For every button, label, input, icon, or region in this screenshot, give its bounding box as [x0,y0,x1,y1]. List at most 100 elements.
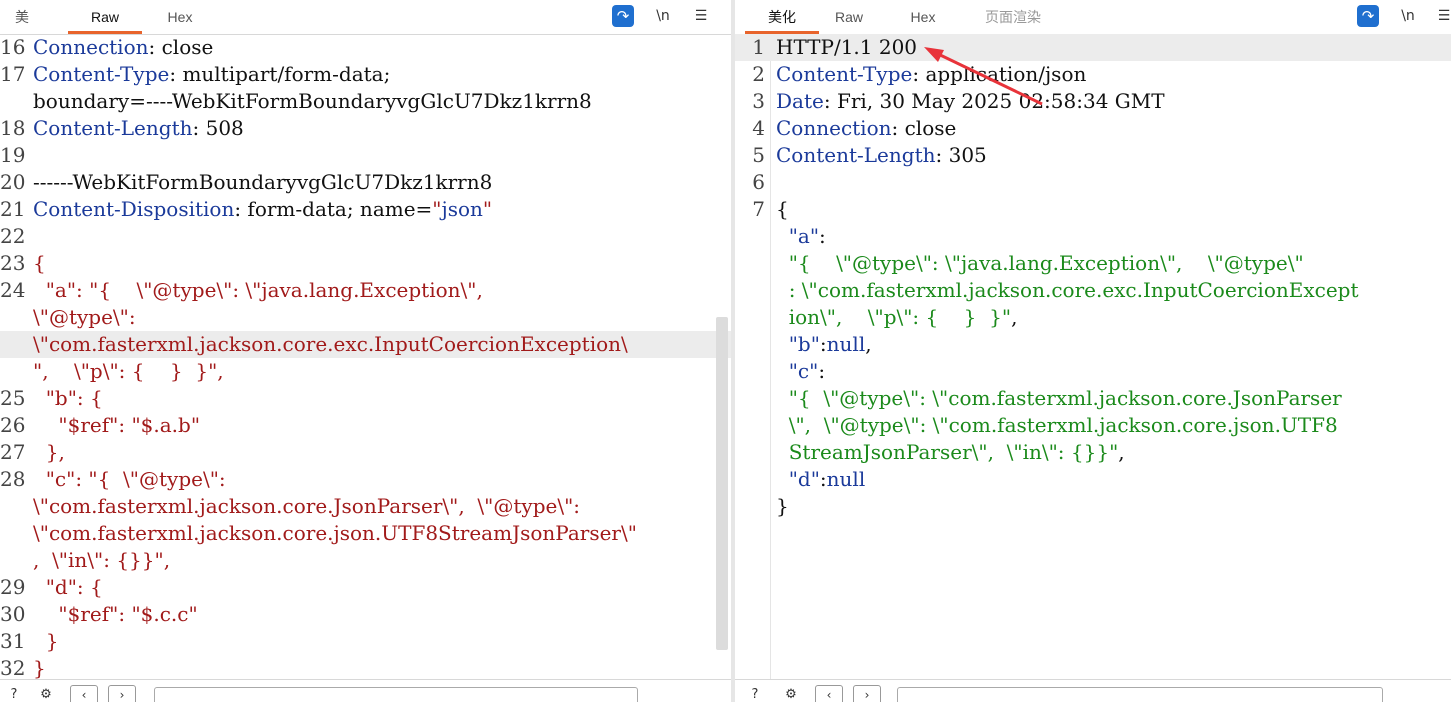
line-number: 25 [0,386,26,410]
code-line: 2 Content-Type: application/json [735,61,1451,88]
code-token: "d" [776,467,820,491]
request-editor[interactable]: 16 Connection: close 17 Content-Type: multi… [0,34,731,680]
next-arrow-icon[interactable]: › [853,685,881,702]
code-line: 30 "$ref": "$.c.c" [0,601,731,628]
response-editor[interactable]: 1 HTTP/1.1 200 2 Content-Type: application/… [735,34,1451,680]
code-line: \"com.fasterxml.jackson.core.JsonParser\… [0,493,731,520]
code-line: 27 }, [0,439,731,466]
hamburger-menu-icon[interactable]: ☰ [690,5,712,27]
line-number: 1 [752,35,765,59]
tab-render[interactable]: 页面渲染 [971,0,1055,33]
code-line: } [735,493,1451,520]
line-number: 32 [0,656,26,680]
line-number: 19 [0,143,26,167]
code-token: : close [148,35,214,59]
code-line: 18 Content-Length: 508 [0,115,731,142]
line-number: 23 [0,251,26,275]
code-token: "$ref": "$.c.c" [33,602,198,626]
code-token: "a": "{ \"@type\": \"java.lang.Exception… [33,278,483,302]
line-text: StreamJsonParser\", \"in\": {}}", [776,439,1125,466]
tab-raw[interactable]: Raw [815,0,883,33]
code-token: " [432,197,442,221]
line-text: HTTP/1.1 200 [776,34,917,61]
settings-icon[interactable]: ⚙ [36,685,56,702]
tab-pretty[interactable]: 美化 [745,0,819,34]
code-line: 19 [0,142,731,169]
line-text: Content-Type: application/json [776,61,1086,88]
code-line: 1 HTTP/1.1 200 [735,34,1451,61]
line-number: 26 [0,413,26,437]
word-wrap-icon[interactable]: ↷ [612,5,634,27]
code-token: { [33,251,46,275]
request-scrollbar[interactable] [716,317,728,650]
code-line: \", \"@type\": \"com.fasterxml.jackson.c… [735,412,1451,439]
help-icon[interactable]: ? [4,685,24,702]
code-line: "d":null [735,466,1451,493]
code-token: "d": { [33,575,103,599]
tab-hex[interactable]: Hex [146,0,214,33]
line-number: 18 [0,116,26,140]
code-line: 23 { [0,250,731,277]
code-token: null [826,467,866,491]
newline-toggle[interactable]: \n [652,5,674,27]
line-text: "d": { [33,574,103,601]
code-token: "c" [776,359,819,383]
help-icon[interactable]: ? [745,685,765,702]
hamburger-menu-icon[interactable]: ☰ [1433,5,1451,27]
response-statusbar: ? ⚙ ‹ › [735,679,1451,702]
code-token: : Fri, 30 May 2025 02:58:34 GMT [823,89,1165,113]
line-text: , \"in\": {}}", [33,547,170,574]
code-line: : \"com.fasterxml.jackson.core.exc.Input… [735,277,1451,304]
code-token: { [776,197,789,221]
line-text: \", \"@type\": \"com.fasterxml.jackson.c… [776,412,1338,439]
code-token: "a" [776,224,820,248]
next-arrow-icon[interactable]: › [108,685,136,702]
code-token: : form-data; name= [234,197,433,221]
line-text: } [33,628,59,655]
tab-pretty[interactable]: 美 [0,0,44,33]
prev-arrow-icon[interactable]: ‹ [815,685,843,702]
code-line: 26 "$ref": "$.a.b" [0,412,731,439]
request-statusbar: ? ⚙ ‹ › [0,679,731,702]
code-token: ------WebKitFormBoundaryvgGlcU7Dkz1krrn8 [33,170,493,194]
code-token: Connection [33,35,149,59]
code-line: 5 Content-Length: 305 [735,142,1451,169]
line-text: : \"com.fasterxml.jackson.core.exc.Input… [776,277,1359,304]
search-input[interactable] [897,687,1383,702]
search-input[interactable] [154,687,638,702]
code-token: "{ \"@type\": \"com.fasterxml.jackson.co… [776,386,1342,410]
line-number: 24 [0,278,26,302]
code-line: \"com.fasterxml.jackson.core.json.UTF8St… [0,520,731,547]
code-line: 6 [735,169,1451,196]
line-text: Content-Length: 305 [776,142,987,169]
newline-toggle[interactable]: \n [1397,5,1419,27]
code-token: "$ref": "$.a.b" [33,413,201,437]
code-token: } [33,656,46,680]
tab-raw[interactable]: Raw [68,0,142,34]
code-token: , \"in\": {}}", [33,548,171,572]
code-line: 21 Content-Disposition: form-data; name="… [0,196,731,223]
code-token: : [818,359,826,383]
code-line: "a": [735,223,1451,250]
code-token: , [1011,305,1018,329]
line-text: Content-Disposition: form-data; name="js… [33,196,492,223]
code-token: : \"com.fasterxml.jackson.core.exc.Input… [776,278,1359,302]
tab-hex[interactable]: Hex [889,0,957,33]
line-text: "c": [776,358,825,385]
line-number: 16 [0,35,26,59]
line-number: 7 [752,197,765,221]
code-line: 24 "a": "{ \"@type\": \"java.lang.Except… [0,277,731,304]
code-token: Content-Disposition [33,197,235,221]
line-text: Connection: close [33,34,213,61]
code-token: \", \"@type\": \"com.fasterxml.jackson.c… [776,413,1338,437]
prev-arrow-icon[interactable]: ‹ [70,685,98,702]
code-token: Content-Length [776,143,936,167]
code-token: "{ \"@type\": \"java.lang.Exception\", \… [776,251,1304,275]
code-line: 20 ------WebKitFormBoundaryvgGlcU7Dkz1krr… [0,169,731,196]
line-text: ------WebKitFormBoundaryvgGlcU7Dkz1krrn8 [33,169,492,196]
settings-icon[interactable]: ⚙ [781,685,801,702]
code-token: , [1118,440,1125,464]
code-token: ion\", \"p\": { } }" [776,305,1012,329]
line-text: boundary=----WebKitFormBoundaryvgGlcU7Dk… [33,88,592,115]
word-wrap-icon[interactable]: ↷ [1357,5,1379,27]
